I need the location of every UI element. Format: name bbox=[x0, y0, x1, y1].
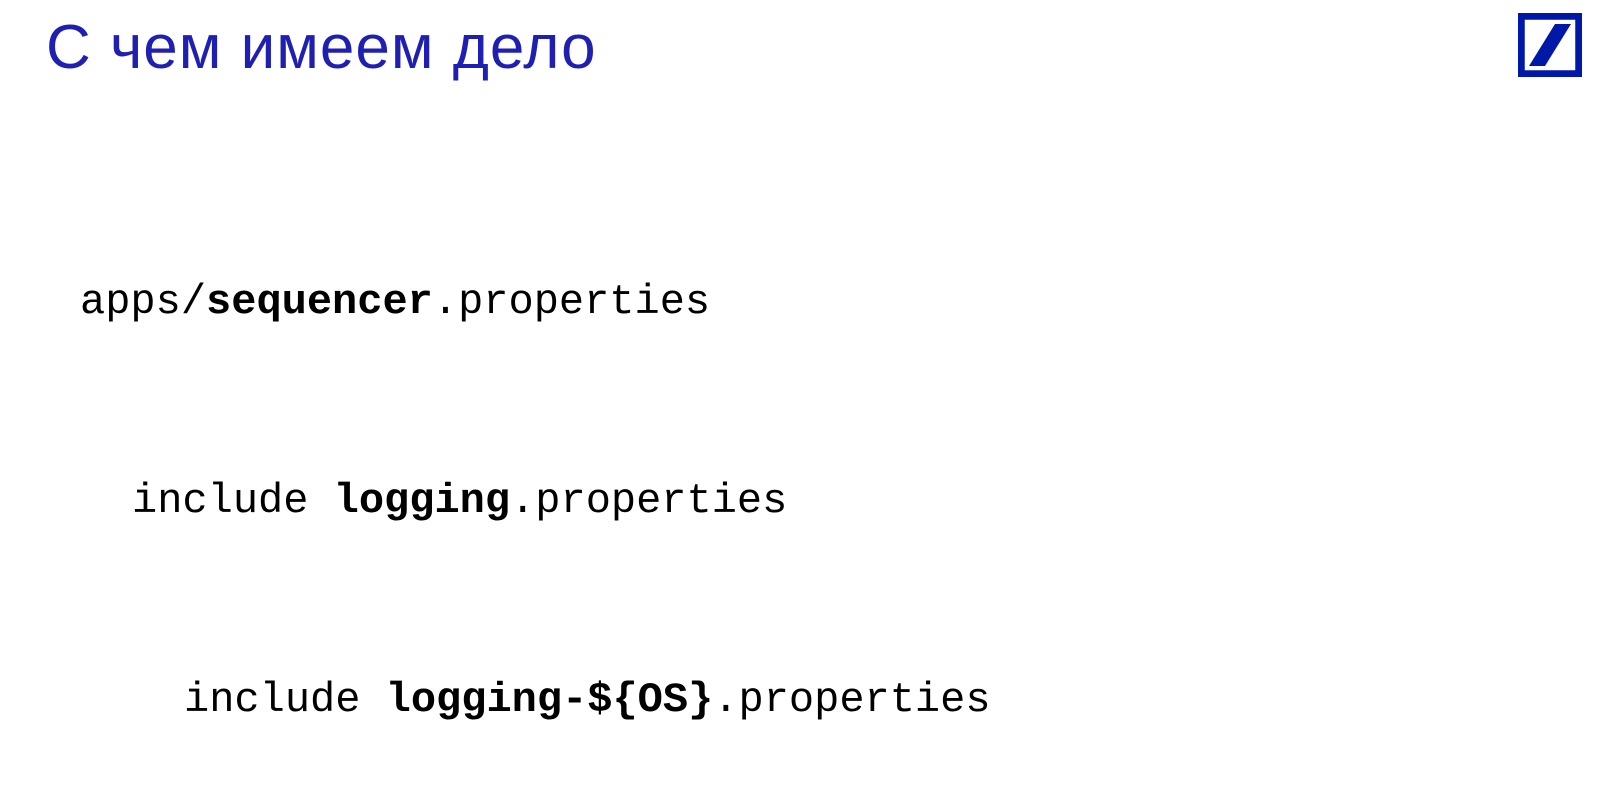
code-line: include logging-${OS}.properties bbox=[80, 667, 1093, 733]
text: .properties bbox=[433, 278, 710, 326]
db-logo-icon bbox=[1518, 13, 1582, 77]
text-bold: sequencer bbox=[206, 278, 433, 326]
code-block: apps/sequencer.properties include loggin… bbox=[80, 136, 1093, 810]
slide-title: С чем имеем дело bbox=[46, 12, 597, 83]
text-bold: logging-${OS} bbox=[386, 676, 714, 724]
code-line: apps/sequencer.properties bbox=[80, 269, 1093, 335]
code-line: include logging.properties bbox=[80, 468, 1093, 534]
text: .properties bbox=[713, 676, 990, 724]
text: include bbox=[132, 477, 334, 525]
text: .properties bbox=[510, 477, 787, 525]
text: apps/ bbox=[80, 278, 206, 326]
text-bold: logging bbox=[334, 477, 510, 525]
text: include bbox=[184, 676, 386, 724]
